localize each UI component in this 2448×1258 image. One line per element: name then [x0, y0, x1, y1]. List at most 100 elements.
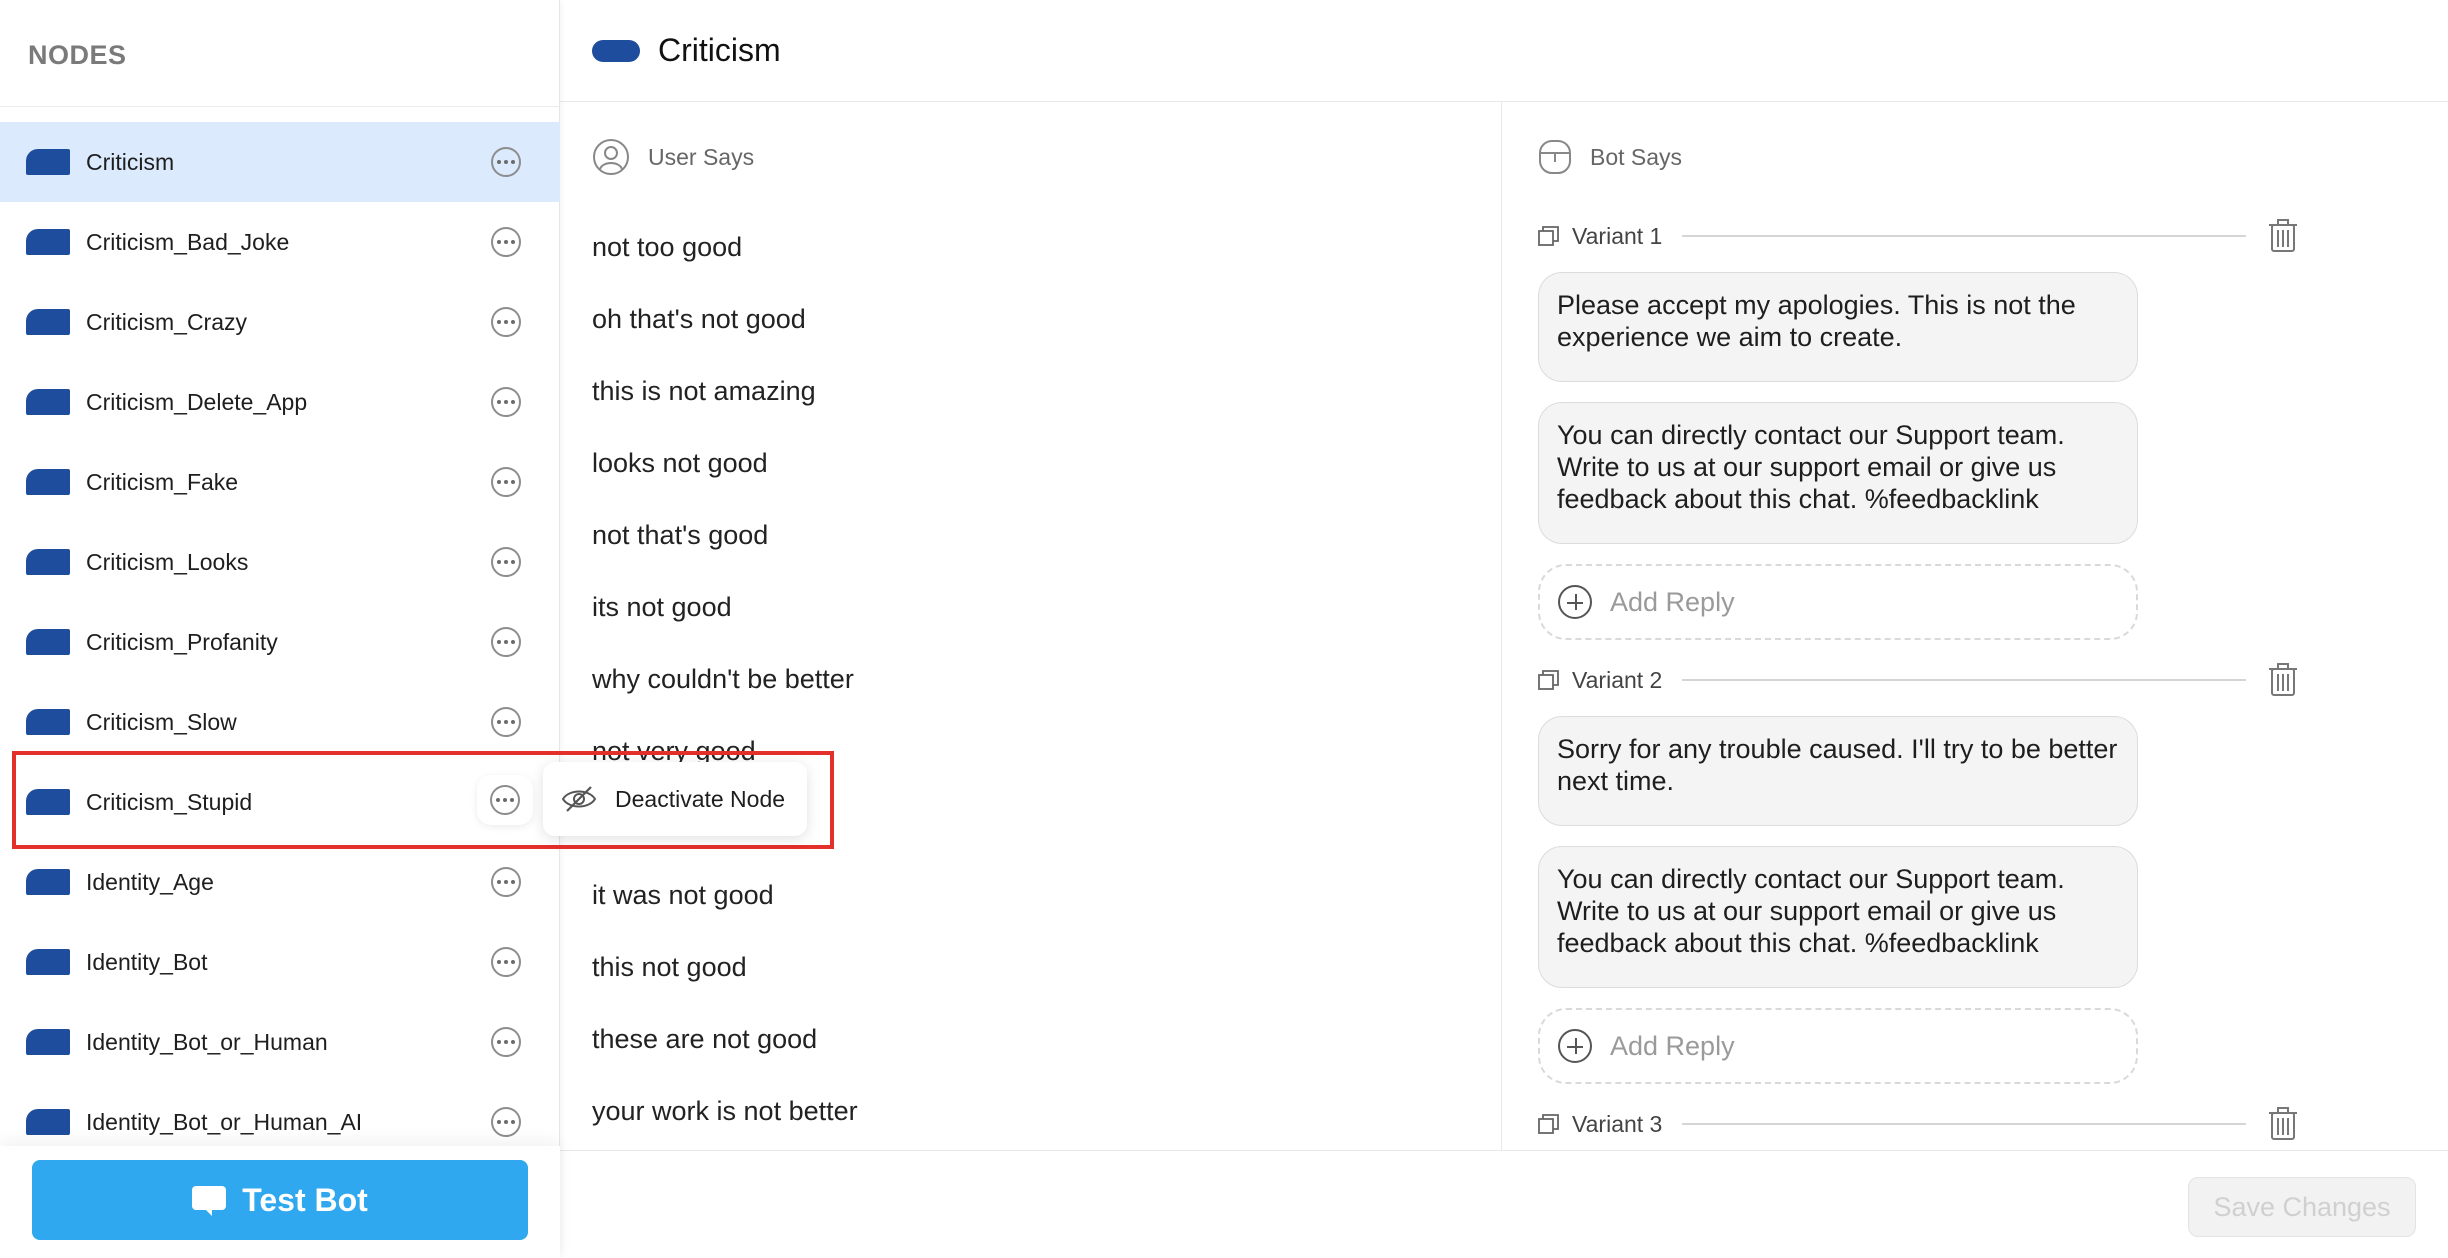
user-phrase[interactable]: it was not good: [592, 880, 774, 911]
more-options-icon[interactable]: [491, 467, 521, 497]
node-flag-icon: [26, 869, 70, 895]
bot-says-panel: Bot Says Variant 1 Please accept my apol…: [1503, 102, 2448, 1150]
node-item-identity-bot-or-human-ai[interactable]: Identity_Bot_or_Human_AI: [0, 1082, 560, 1142]
node-header: Criticism: [560, 0, 2448, 102]
user-phrase[interactable]: your work is not better: [592, 1096, 858, 1127]
variant-header: Variant 2: [1538, 663, 2298, 697]
user-says-panel: User Says not too good oh that's not goo…: [560, 102, 1502, 1150]
variant-label: Variant 1: [1572, 222, 1663, 249]
user-phrase[interactable]: why couldn't be better: [592, 664, 854, 695]
more-options-icon[interactable]: [491, 1027, 521, 1057]
user-phrase[interactable]: this is not amazing: [592, 376, 816, 407]
node-label: Identity_Bot_or_Human: [86, 1028, 328, 1055]
node-item-identity-age[interactable]: Identity_Age: [0, 842, 560, 922]
variant-label: Variant 2: [1572, 666, 1663, 693]
trash-icon[interactable]: [2268, 219, 2298, 253]
test-bot-label: Test Bot: [242, 1181, 368, 1218]
node-label: Identity_Bot_or_Human_AI: [86, 1108, 363, 1135]
bot-reply-bubble[interactable]: You can directly contact our Support tea…: [1538, 402, 2138, 544]
more-options-icon[interactable]: [491, 867, 521, 897]
node-label: Identity_Bot: [86, 948, 208, 975]
node-item-criticism-bad-joke[interactable]: Criticism_Bad_Joke: [0, 202, 560, 282]
more-options-icon[interactable]: [490, 785, 520, 815]
add-reply-button[interactable]: Add Reply: [1538, 1008, 2138, 1084]
more-options-icon[interactable]: [491, 1107, 521, 1137]
chat-bubble-icon: [192, 1186, 227, 1216]
variant-header: Variant 3: [1538, 1107, 2298, 1141]
trash-icon[interactable]: [2268, 663, 2298, 697]
more-options-icon[interactable]: [491, 547, 521, 577]
node-item-criticism-fake[interactable]: Criticism_Fake: [0, 442, 560, 522]
node-item-criticism-crazy[interactable]: Criticism_Crazy: [0, 282, 560, 362]
copy-icon: [1538, 670, 1559, 690]
node-item-criticism-slow[interactable]: Criticism_Slow: [0, 682, 560, 762]
user-avatar-icon: [593, 139, 629, 175]
node-label: Criticism: [86, 148, 175, 175]
user-phrase[interactable]: these are not good: [592, 1024, 817, 1055]
node-flag-icon: [26, 469, 70, 495]
node-item-criticism[interactable]: Criticism: [0, 122, 560, 202]
sidebar-footer: Test Bot: [0, 1146, 560, 1258]
bot-icon: [1539, 140, 1571, 174]
node-item-identity-bot[interactable]: Identity_Bot: [0, 922, 560, 1002]
more-options-icon[interactable]: [491, 387, 521, 417]
node-flag-icon: [26, 229, 70, 255]
node-label: Identity_Age: [86, 868, 214, 895]
test-bot-button[interactable]: Test Bot: [32, 1160, 528, 1240]
copy-icon: [1538, 226, 1559, 246]
user-phrase[interactable]: looks not good: [592, 448, 768, 479]
sidebar-divider: [0, 106, 559, 107]
save-changes-button[interactable]: Save Changes: [2188, 1177, 2416, 1237]
more-options-icon[interactable]: [491, 627, 521, 657]
more-options-icon[interactable]: [491, 227, 521, 257]
user-phrase[interactable]: its not good: [592, 592, 732, 623]
node-label: Criticism_Profanity: [86, 628, 278, 655]
eye-slash-icon: [561, 786, 597, 812]
plus-circle-icon: [1558, 1029, 1592, 1063]
node-flag-icon: [26, 949, 70, 975]
user-phrase[interactable]: this not good: [592, 952, 747, 983]
node-flag-icon: [26, 309, 70, 335]
node-label: Criticism_Delete_App: [86, 388, 308, 415]
copy-icon: [1538, 1114, 1559, 1134]
context-more-button[interactable]: [477, 775, 533, 825]
node-label: Criticism_Bad_Joke: [86, 228, 290, 255]
node-flag-icon: [26, 629, 70, 655]
variant-label: Variant 3: [1572, 1110, 1663, 1137]
node-flag-icon: [26, 549, 70, 575]
node-item-identity-bot-or-human[interactable]: Identity_Bot_or_Human: [0, 1002, 560, 1082]
node-label: Criticism_Fake: [86, 468, 239, 495]
node-label: Criticism_Looks: [86, 548, 249, 575]
variant-header: Variant 1: [1538, 219, 2298, 253]
more-options-icon[interactable]: [491, 707, 521, 737]
user-phrase[interactable]: not that's good: [592, 520, 768, 551]
add-reply-label: Add Reply: [1610, 1030, 1735, 1061]
more-options-icon[interactable]: [491, 147, 521, 177]
variant-divider: [1682, 679, 2246, 681]
add-reply-button[interactable]: Add Reply: [1538, 564, 2138, 640]
deactivate-node-menu-item[interactable]: Deactivate Node: [543, 762, 807, 836]
node-item-criticism-delete-app[interactable]: Criticism_Delete_App: [0, 362, 560, 442]
bot-says-label: Bot Says: [1590, 143, 1683, 170]
node-label: Criticism_Slow: [86, 708, 237, 735]
user-phrase[interactable]: oh that's not good: [592, 304, 806, 335]
page-title: Criticism: [658, 32, 781, 68]
bot-says-header: Bot Says: [1538, 138, 1682, 176]
node-label: Criticism_Crazy: [86, 308, 247, 335]
more-options-icon[interactable]: [491, 307, 521, 337]
more-options-icon[interactable]: [491, 947, 521, 977]
node-item-criticism-looks[interactable]: Criticism_Looks: [0, 522, 560, 602]
bot-reply-bubble[interactable]: You can directly contact our Support tea…: [1538, 846, 2138, 988]
node-flag-icon: [26, 709, 70, 735]
bot-reply-bubble[interactable]: Please accept my apologies. This is not …: [1538, 272, 2138, 382]
node-list[interactable]: Criticism Criticism_Bad_Joke Criticism_C…: [0, 122, 560, 1142]
user-phrase[interactable]: not too good: [592, 232, 742, 263]
node-item-criticism-profanity[interactable]: Criticism_Profanity: [0, 602, 560, 682]
sidebar-title: NODES: [28, 40, 127, 70]
bottom-action-bar: Save Changes: [560, 1150, 2448, 1258]
user-says-label: User Says: [648, 143, 755, 170]
node-flag-icon: [26, 1109, 70, 1135]
trash-icon[interactable]: [2268, 1107, 2298, 1141]
bot-reply-bubble[interactable]: Sorry for any trouble caused. I'll try t…: [1538, 716, 2138, 826]
node-pill-icon: [592, 39, 640, 62]
